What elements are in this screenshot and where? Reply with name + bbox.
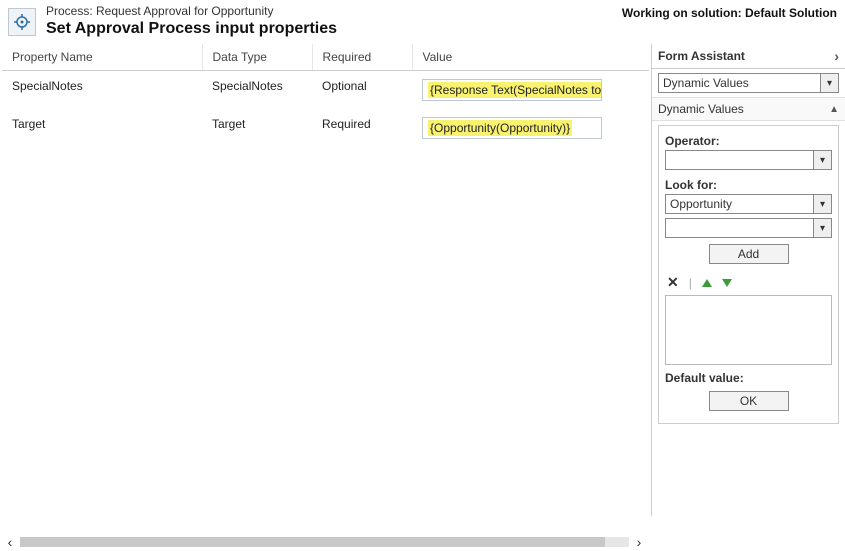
look-for-field-select[interactable]: ▾ bbox=[665, 218, 832, 238]
move-up-icon[interactable] bbox=[702, 279, 712, 287]
form-assistant-title: Form Assistant bbox=[658, 49, 745, 63]
move-down-icon[interactable] bbox=[722, 279, 732, 287]
section-title: Dynamic Values bbox=[658, 102, 744, 116]
cell-required: Optional bbox=[312, 71, 412, 110]
col-header-value[interactable]: Value bbox=[412, 44, 649, 71]
value-token: {Response Text(SpecialNotes to Manage bbox=[428, 82, 602, 98]
cell-name: SpecialNotes bbox=[2, 71, 202, 110]
add-button[interactable]: Add bbox=[709, 244, 789, 264]
value-token: {Opportunity(Opportunity)} bbox=[428, 120, 572, 136]
assistant-mode-select[interactable]: Dynamic Values ▾ bbox=[658, 73, 839, 93]
separator: | bbox=[689, 276, 692, 290]
values-list-box[interactable] bbox=[665, 295, 832, 365]
scroll-track[interactable] bbox=[20, 537, 629, 547]
scroll-left-icon[interactable]: ‹ bbox=[0, 534, 20, 550]
look-for-label: Look for: bbox=[665, 178, 832, 192]
scroll-right-icon[interactable]: › bbox=[629, 534, 649, 550]
default-value-label: Default value: bbox=[665, 371, 832, 385]
process-name: Request Approval for Opportunity bbox=[96, 4, 273, 18]
table-row[interactable]: Target Target Required {Opportunity(Oppo… bbox=[2, 109, 649, 147]
operator-select[interactable]: ▾ bbox=[665, 150, 832, 170]
process-icon bbox=[8, 8, 36, 36]
properties-panel: Property Name Data Type Required Value S… bbox=[0, 44, 651, 516]
chevron-down-icon[interactable]: ▾ bbox=[813, 195, 831, 213]
col-header-datatype[interactable]: Data Type bbox=[202, 44, 312, 71]
page-title: Set Approval Process input properties bbox=[46, 20, 622, 38]
collapse-icon[interactable]: ▲ bbox=[829, 104, 839, 115]
dynamic-values-body: Operator: ▾ Look for: Opportunity ▾ ▾ Ad… bbox=[658, 125, 839, 424]
process-prefix: Process: bbox=[46, 4, 96, 18]
chevron-down-icon[interactable]: ▾ bbox=[813, 151, 831, 169]
value-input-specialnotes[interactable]: {Response Text(SpecialNotes to Manage bbox=[422, 79, 602, 101]
cell-datatype: Target bbox=[202, 109, 312, 147]
assistant-mode-value: Dynamic Values bbox=[659, 74, 820, 92]
ok-button[interactable]: OK bbox=[709, 391, 789, 411]
properties-table: Property Name Data Type Required Value S… bbox=[2, 44, 649, 147]
scroll-thumb[interactable] bbox=[20, 537, 605, 547]
remove-icon[interactable]: ✕ bbox=[667, 274, 679, 291]
dynamic-values-section-header[interactable]: Dynamic Values ▲ bbox=[652, 97, 845, 121]
process-line: Process: Request Approval for Opportunit… bbox=[46, 4, 622, 18]
table-row[interactable]: SpecialNotes SpecialNotes Optional {Resp… bbox=[2, 71, 649, 110]
look-for-entity-value: Opportunity bbox=[666, 195, 813, 213]
value-input-target[interactable]: {Opportunity(Opportunity)} bbox=[422, 117, 602, 139]
horizontal-scrollbar[interactable]: ‹ › bbox=[0, 533, 649, 551]
working-on-solution: Working on solution: Default Solution bbox=[622, 4, 837, 20]
cell-required: Required bbox=[312, 109, 412, 147]
col-header-required[interactable]: Required bbox=[312, 44, 412, 71]
chevron-down-icon[interactable]: ▾ bbox=[820, 74, 838, 92]
col-header-name[interactable]: Property Name bbox=[2, 44, 202, 71]
chevron-right-icon[interactable]: › bbox=[834, 48, 839, 64]
look-for-field-value bbox=[666, 219, 813, 237]
cell-name: Target bbox=[2, 109, 202, 147]
page-header: Process: Request Approval for Opportunit… bbox=[0, 0, 845, 44]
chevron-down-icon[interactable]: ▾ bbox=[813, 219, 831, 237]
look-for-entity-select[interactable]: Opportunity ▾ bbox=[665, 194, 832, 214]
cell-datatype: SpecialNotes bbox=[202, 71, 312, 110]
form-assistant-panel: Form Assistant › Dynamic Values ▾ Dynami… bbox=[651, 44, 845, 516]
form-assistant-header: Form Assistant › bbox=[652, 44, 845, 69]
operator-value bbox=[666, 151, 813, 169]
operator-label: Operator: bbox=[665, 134, 832, 148]
